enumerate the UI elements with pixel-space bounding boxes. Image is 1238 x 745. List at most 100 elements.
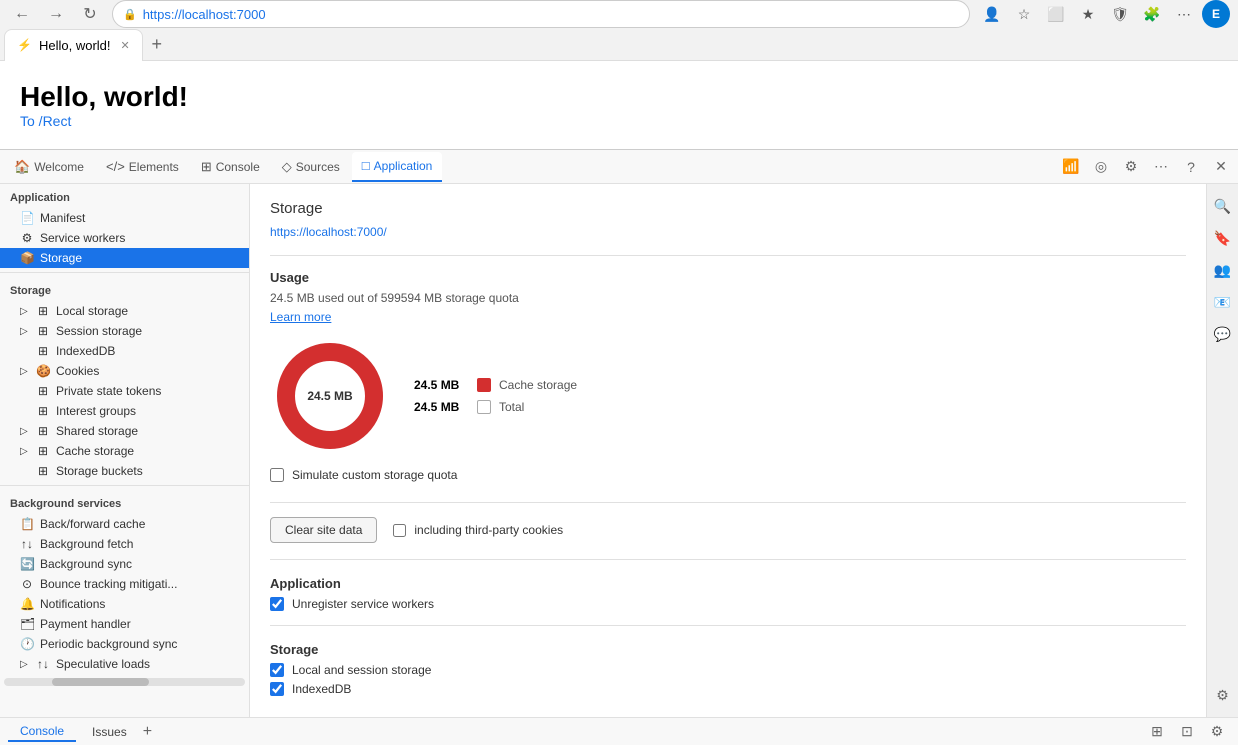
including-cookies-checkbox[interactable] (393, 524, 406, 537)
right-users-icon[interactable]: 👥 (1209, 256, 1237, 284)
console-icon: ⊞ (201, 159, 212, 175)
unregister-sw-checkbox[interactable] (270, 597, 284, 611)
simulate-quota-checkbox[interactable] (270, 468, 284, 482)
clear-site-data-button[interactable]: Clear site data (270, 517, 377, 543)
ss-icon: ⊞ (36, 424, 50, 438)
webpage-link[interactable]: To /Rect (20, 113, 71, 129)
split-view-icon[interactable]: ⬜ (1042, 0, 1070, 28)
sidebar-divider-2 (0, 485, 249, 486)
sidebar-item-bg-fetch[interactable]: ↑↓ Background fetch (0, 534, 249, 554)
edge-avatar[interactable]: E (1202, 0, 1230, 28)
sidebar-item-bg-sync[interactable]: 🔄 Background sync (0, 554, 249, 574)
webpage-heading: Hello, world! (20, 81, 1218, 113)
sidebar-bg-header: Background services (0, 490, 249, 514)
lock-icon: 🔒 (123, 8, 137, 21)
right-outlook-icon[interactable]: 📧 (1209, 288, 1237, 316)
profile-icon[interactable]: 👤 (978, 0, 1006, 28)
forward-button[interactable]: → (42, 0, 70, 28)
storage-title: Storage (270, 200, 1186, 217)
divider-middle (270, 502, 1186, 503)
sidebar-scrollbar[interactable] (0, 674, 249, 690)
sidebar-item-private-state-tokens[interactable]: ▷ ⊞ Private state tokens (0, 381, 249, 401)
browser-chrome: ← → ↻ 🔒 https://localhost:7000 👤 ☆ ⬜ ★ 🛡… (0, 0, 1238, 643)
more-tools-icon[interactable]: ⋯ (1170, 0, 1198, 28)
indexeddb-label: IndexedDB (292, 682, 351, 696)
dt-tab-application[interactable]: □ Application (352, 152, 443, 182)
dt-help-icon[interactable]: ? (1178, 154, 1204, 180)
sidebar-item-service-workers-label: Service workers (40, 231, 125, 245)
address-bar[interactable]: 🔒 https://localhost:7000 (112, 0, 970, 28)
sidebar-item-session-storage[interactable]: ▷ ⊞ Session storage (0, 321, 249, 341)
bottom-add-tab[interactable]: + (143, 723, 152, 741)
bottom-tab-console[interactable]: Console (8, 722, 76, 742)
divider-top (270, 255, 1186, 256)
dt-close-icon[interactable]: ✕ (1208, 154, 1234, 180)
back-button[interactable]: ← (8, 0, 36, 28)
bottom-dock-icon[interactable]: ⊞ (1144, 719, 1170, 745)
right-settings-icon[interactable]: ⚙ (1209, 681, 1237, 709)
reload-button[interactable]: ↻ (76, 0, 104, 28)
sidebar-item-pst-label: Private state tokens (56, 384, 161, 398)
bottom-expand-icon[interactable]: ⊡ (1174, 719, 1200, 745)
sidebar-item-storage-buckets[interactable]: ▷ ⊞ Storage buckets (0, 461, 249, 481)
sidebar-item-cache-storage[interactable]: ▷ ⊞ Cache storage (0, 441, 249, 461)
right-search-icon[interactable]: 🔍 (1209, 192, 1237, 220)
sidebar-application-header: Application (0, 184, 249, 208)
extensions-icon[interactable]: 🧩 (1138, 0, 1166, 28)
sidebar-item-service-workers[interactable]: ⚙ Service workers (0, 228, 249, 248)
sidebar-item-shared-storage[interactable]: ▷ ⊞ Shared storage (0, 421, 249, 441)
notifications-icon: 🔔 (20, 597, 34, 611)
favorites-icon[interactable]: ☆ (1010, 0, 1038, 28)
storage-section-title: Storage (270, 642, 1186, 657)
bounce-icon: ⊙ (20, 577, 34, 591)
sidebar-item-periodic-bg-sync[interactable]: 🕐 Periodic background sync (0, 634, 249, 654)
bottom-gear-icon[interactable]: ⚙ (1204, 719, 1230, 745)
sidebar-item-storage-selected[interactable]: 📦 Storage (0, 248, 249, 268)
sidebar-item-notifications[interactable]: 🔔 Notifications (0, 594, 249, 614)
application-section: Application Unregister service workers (270, 576, 1186, 611)
donut-center-label: 24.5 MB (307, 389, 352, 403)
dt-tab-console[interactable]: ⊞ Console (191, 152, 270, 182)
local-session-checkbox[interactable] (270, 663, 284, 677)
tab-title: Hello, world! (39, 38, 111, 53)
dt-actions: 📶 ◎ ⚙ ⋯ ? ✕ (1058, 154, 1234, 180)
chart-area: 24.5 MB 24.5 MB Cache storage 24.5 MB (270, 336, 1186, 456)
service-workers-icon: ⚙ (20, 231, 34, 245)
browser-tab-active[interactable]: ⚡ Hello, world! ✕ (4, 29, 143, 61)
sidebar-item-cookies[interactable]: ▷ 🍪 Cookies (0, 361, 249, 381)
devtools-body: Application 📄 Manifest ⚙ Service workers… (0, 184, 1238, 717)
bottom-tab-issues[interactable]: Issues (80, 723, 139, 741)
sidebar: Application 📄 Manifest ⚙ Service workers… (0, 184, 250, 717)
dt-wifi-icon[interactable]: 📶 (1058, 154, 1084, 180)
sidebar-item-interest-groups[interactable]: ▷ ⊞ Interest groups (0, 401, 249, 421)
sidebar-item-session-storage-label: Session storage (56, 324, 142, 338)
devtools: 🏠 Welcome </> Elements ⊞ Console ◇ Sourc… (0, 150, 1238, 745)
sidebar-item-indexed-db[interactable]: ▷ ⊞ IndexedDB (0, 341, 249, 361)
sidebar-item-local-storage[interactable]: ▷ ⊞ Local storage (0, 301, 249, 321)
back-forward-icon: 📋 (20, 517, 34, 531)
indexeddb-checkbox[interactable] (270, 682, 284, 696)
new-tab-button[interactable]: + (143, 30, 171, 58)
sidebar-item-back-forward[interactable]: 📋 Back/forward cache (0, 514, 249, 534)
storage-url: https://localhost:7000/ (270, 225, 1186, 239)
collections-icon[interactable]: ★ (1074, 0, 1102, 28)
sidebar-item-bounce-tracking[interactable]: ⊙ Bounce tracking mitigati... (0, 574, 249, 594)
cs-arrow: ▷ (20, 446, 30, 457)
learn-more-link[interactable]: Learn more (270, 310, 331, 324)
browser-essentials-icon[interactable]: 🛡 (1106, 0, 1134, 28)
sidebar-item-payment-handler[interactable]: 🗂 Payment handler (0, 614, 249, 634)
spec-icon: ↑↓ (36, 657, 50, 671)
right-bookmark-icon[interactable]: 🔖 (1209, 224, 1237, 252)
dt-tab-elements[interactable]: </> Elements (96, 152, 189, 182)
tab-close-icon[interactable]: ✕ (121, 39, 130, 52)
dt-tab-sources[interactable]: ◇ Sources (272, 152, 350, 182)
chart-legend: 24.5 MB Cache storage 24.5 MB Total (414, 378, 577, 414)
dt-more-icon[interactable]: ⋯ (1148, 154, 1174, 180)
sidebar-item-speculative-loads[interactable]: ▷ ↑↓ Speculative loads (0, 654, 249, 674)
legend-cache-value: 24.5 MB (414, 378, 469, 392)
dt-settings-icon[interactable]: ⚙ (1118, 154, 1144, 180)
right-teams-icon[interactable]: 💬 (1209, 320, 1237, 348)
dt-tab-welcome[interactable]: 🏠 Welcome (4, 152, 94, 182)
dt-performance-icon[interactable]: ◎ (1088, 154, 1114, 180)
sidebar-item-manifest[interactable]: 📄 Manifest (0, 208, 249, 228)
